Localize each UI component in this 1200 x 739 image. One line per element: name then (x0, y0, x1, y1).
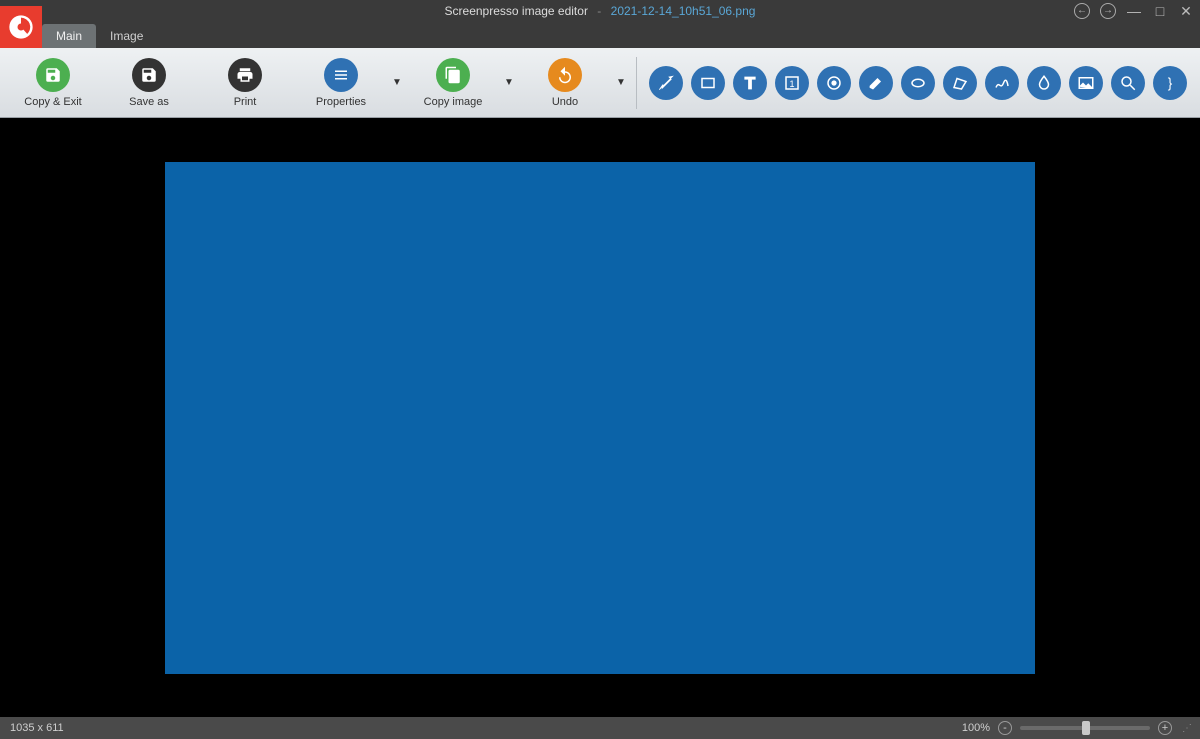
canvas-area[interactable] (0, 118, 1200, 717)
zoom-out-button[interactable]: - (998, 721, 1012, 735)
zoom-controls: 100% - + (962, 721, 1172, 735)
annotation-tools: 1 } (649, 66, 1187, 100)
highlighter-tool[interactable] (859, 66, 893, 100)
copy-and-exit-label: Copy & Exit (24, 96, 81, 108)
ribbon-separator (636, 57, 637, 109)
tab-main[interactable]: Main (42, 24, 96, 48)
print-icon (228, 58, 262, 92)
copy-image-icon (436, 58, 470, 92)
image-dimensions: 1035 x 611 (10, 722, 64, 734)
copy-image-button[interactable]: Copy image (406, 50, 500, 116)
properties-dropdown[interactable]: ▼ (390, 50, 404, 116)
copy-image-label: Copy image (424, 96, 483, 108)
title-bar: Screenpresso image editor - 2021-12-14_1… (0, 0, 1200, 22)
nav-back-button[interactable]: ← (1074, 3, 1090, 19)
copy-and-exit-button[interactable]: Copy & Exit (6, 50, 100, 116)
app-title: Screenpresso image editor (445, 4, 588, 18)
polygon-tool[interactable] (943, 66, 977, 100)
tab-image[interactable]: Image (96, 24, 157, 48)
save-exit-icon (36, 58, 70, 92)
window-controls: ← → — □ ✕ (1074, 0, 1194, 22)
save-as-button[interactable]: Save as (102, 50, 196, 116)
zoom-in-button[interactable]: + (1158, 721, 1172, 735)
app-logo[interactable] (0, 6, 42, 48)
close-button[interactable]: ✕ (1178, 3, 1194, 19)
image-surface[interactable] (165, 162, 1035, 674)
title-separator: - (597, 4, 601, 18)
properties-icon (324, 58, 358, 92)
blur-tool[interactable] (1027, 66, 1061, 100)
undo-dropdown[interactable]: ▼ (614, 50, 628, 116)
minimize-button[interactable]: — (1126, 3, 1142, 19)
print-button[interactable]: Print (198, 50, 292, 116)
undo-button[interactable]: Undo (518, 50, 612, 116)
maximize-button[interactable]: □ (1152, 3, 1168, 19)
zoom-percentage: 100% (962, 722, 990, 734)
status-bar: 1035 x 611 100% - + ⋰ (0, 717, 1200, 739)
rectangle-tool[interactable] (691, 66, 725, 100)
save-as-label: Save as (129, 96, 169, 108)
tab-image-label: Image (110, 29, 143, 43)
number-stamp-tool[interactable]: 1 (775, 66, 809, 100)
brace-tool[interactable]: } (1153, 66, 1187, 100)
freehand-tool[interactable] (985, 66, 1019, 100)
image-tool[interactable] (1069, 66, 1103, 100)
magnifier-tool[interactable] (1111, 66, 1145, 100)
text-tool[interactable] (733, 66, 767, 100)
save-as-icon (132, 58, 166, 92)
screenpresso-logo-icon (7, 13, 35, 41)
zoom-slider[interactable] (1020, 726, 1150, 730)
zoom-slider-thumb[interactable] (1082, 721, 1090, 735)
nav-forward-button[interactable]: → (1100, 3, 1116, 19)
resize-grip-icon[interactable]: ⋰ (1182, 723, 1190, 734)
properties-button[interactable]: Properties (294, 50, 388, 116)
properties-label: Properties (316, 96, 366, 108)
tab-main-label: Main (56, 29, 82, 43)
svg-text:}: } (1168, 75, 1173, 90)
title-filename: 2021-12-14_10h51_06.png (611, 4, 756, 18)
target-tool[interactable] (817, 66, 851, 100)
arrow-tool[interactable] (649, 66, 683, 100)
print-label: Print (234, 96, 257, 108)
ellipse-tool[interactable] (901, 66, 935, 100)
svg-text:1: 1 (789, 78, 794, 88)
tab-row: Main Image (0, 22, 1200, 48)
undo-icon (548, 58, 582, 92)
undo-label: Undo (552, 96, 578, 108)
ribbon-toolbar: Copy & Exit Save as Print Properties ▼ C… (0, 48, 1200, 118)
copy-image-dropdown[interactable]: ▼ (502, 50, 516, 116)
